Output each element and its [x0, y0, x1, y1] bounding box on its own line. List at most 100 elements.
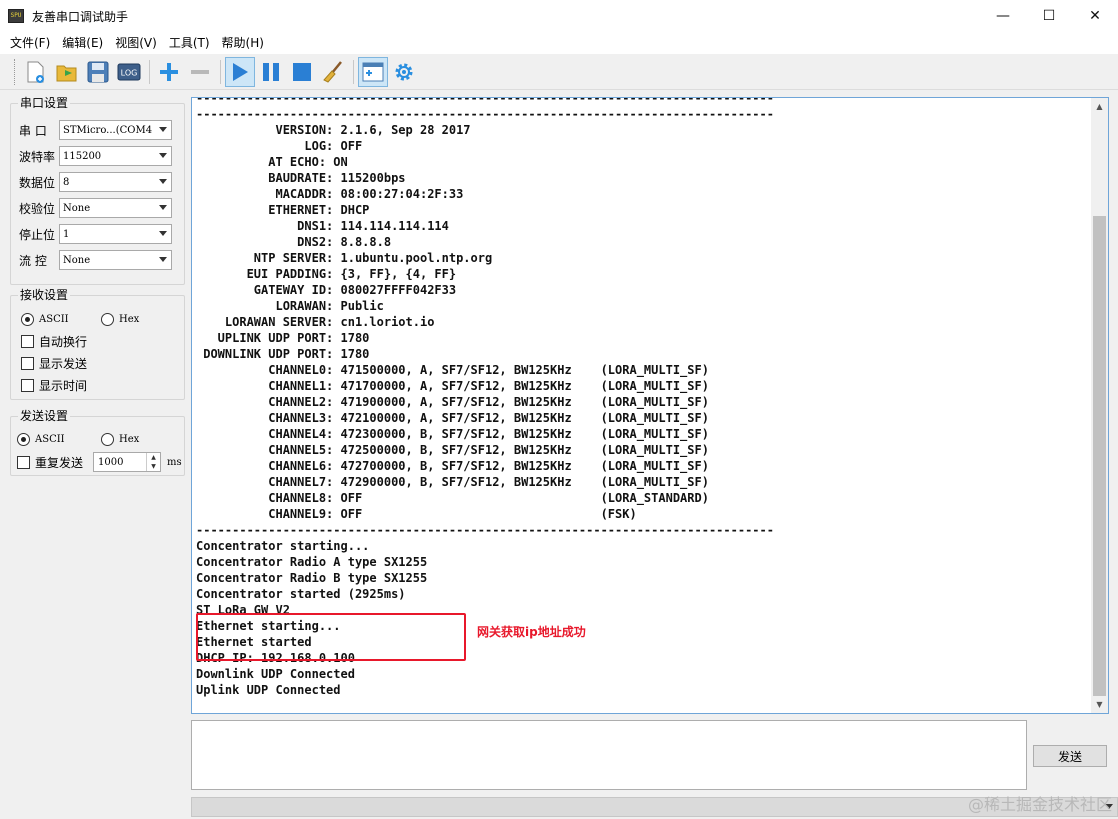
menu-tools[interactable]: 工具(T) [163, 32, 216, 54]
interval-unit: ms [167, 456, 182, 468]
menu-help[interactable]: 帮助(H) [216, 32, 270, 54]
terminal-line: CHANNEL3: 472100000, A, SF7/SF12, BW125K… [196, 411, 709, 425]
parity-value: None [63, 202, 91, 214]
scroll-down-icon[interactable]: ▼ [1091, 696, 1108, 713]
repeat-send-checkbox[interactable]: 重复发送 [17, 454, 83, 470]
terminal-line: UPLINK UDP PORT: 1780 [196, 331, 370, 345]
stepper-up-icon[interactable]: ▲ [147, 453, 160, 462]
receive-hex-radio[interactable]: Hex [101, 311, 139, 327]
window-title: 友善串口调试助手 [32, 9, 129, 24]
terminal-line: MACADDR: 08:00:27:04:2F:33 [196, 187, 464, 201]
terminal-line: ----------------------------------------… [196, 107, 774, 121]
baud-value: 115200 [63, 150, 102, 162]
radio-checked-icon [17, 432, 30, 446]
new-session-button[interactable] [21, 57, 51, 87]
send-ascii-radio[interactable]: ASCII [17, 431, 65, 447]
baud-label: 波特率 [19, 149, 56, 164]
interval-value: 1000 [98, 456, 124, 468]
receive-ascii-radio[interactable]: ASCII [21, 311, 69, 327]
scroll-thumb[interactable] [1093, 216, 1106, 696]
pause-button[interactable] [256, 57, 286, 87]
pause-icon [263, 62, 279, 81]
show-send-label: 显示发送 [39, 356, 88, 371]
send-settings-title: 发送设置 [18, 409, 71, 423]
terminal-line: NTP SERVER: 1.ubuntu.pool.ntp.org [196, 251, 493, 265]
terminal-line: LOG: OFF [196, 139, 363, 153]
chevron-down-icon [159, 127, 167, 132]
menu-bar: 文件(F) 编辑(E) 视图(V) 工具(T) 帮助(H) [0, 32, 1118, 54]
flow-label: 流 控 [19, 253, 47, 268]
stepper-buttons[interactable]: ▲ ▼ [146, 453, 160, 471]
save-button[interactable] [83, 57, 113, 87]
port-value: STMicro...(COM4 [63, 124, 153, 136]
databits-value: 8 [63, 176, 70, 188]
port-select[interactable]: STMicro...(COM4 [59, 120, 172, 140]
show-send-checkbox[interactable]: 显示发送 [21, 355, 87, 371]
remove-button[interactable] [185, 57, 215, 87]
maximize-button[interactable]: ☐ [1026, 0, 1072, 32]
stop-button[interactable] [287, 57, 317, 87]
terminal-line: CHANNEL2: 471900000, A, SF7/SF12, BW125K… [196, 395, 709, 409]
chevron-down-icon [159, 153, 167, 158]
log-button[interactable]: LOG [114, 57, 144, 87]
terminal-line: Uplink UDP Connected [196, 683, 341, 697]
menu-view[interactable]: 视图(V) [109, 32, 163, 54]
serial-settings-group: 串口设置 串 口 STMicro...(COM4 波特率 115200 数据位 … [10, 96, 185, 285]
remove-icon [191, 69, 209, 74]
stopbits-label: 停止位 [19, 227, 56, 242]
title-bar: SPU 友善串口调试助手 — ☐ ✕ [0, 0, 1118, 32]
highlight-box [196, 613, 466, 661]
start-button[interactable] [225, 56, 255, 87]
menu-file[interactable]: 文件(F) [4, 32, 56, 54]
checkbox-icon [21, 356, 34, 370]
parity-select[interactable]: None [59, 198, 172, 218]
checkbox-icon [21, 334, 34, 348]
left-panel: 串口设置 串 口 STMicro...(COM4 波特率 115200 数据位 … [0, 90, 190, 819]
receive-hex-label: Hex [119, 313, 140, 325]
menu-edit[interactable]: 编辑(E) [56, 32, 109, 54]
stopbits-select[interactable]: 1 [59, 224, 172, 244]
interval-stepper[interactable]: 1000 ▲ ▼ [93, 452, 161, 472]
minimize-button[interactable]: — [980, 0, 1026, 32]
parity-label: 校验位 [19, 201, 56, 216]
checkbox-icon [21, 378, 34, 392]
repeat-send-label: 重复发送 [35, 455, 84, 470]
stepper-down-icon[interactable]: ▼ [147, 462, 160, 471]
send-button[interactable]: 发送 [1033, 745, 1107, 767]
baud-select[interactable]: 115200 [59, 146, 172, 166]
receive-terminal[interactable]: ----------------------------------------… [191, 97, 1109, 714]
receive-ascii-label: ASCII [39, 313, 69, 325]
databits-select[interactable]: 8 [59, 172, 172, 192]
vertical-scrollbar[interactable]: ▲ ▼ [1091, 98, 1108, 713]
settings-gear-icon [395, 63, 413, 80]
settings-button[interactable] [389, 57, 419, 87]
terminal-line: VERSION: 2.1.6, Sep 28 2017 [196, 123, 471, 137]
terminal-line: CHANNEL9: OFF (FSK) [196, 507, 637, 521]
send-hex-radio[interactable]: Hex [101, 431, 139, 447]
auto-wrap-checkbox[interactable]: 自动换行 [21, 333, 87, 349]
radio-unchecked-icon [101, 432, 114, 446]
chevron-down-icon [159, 231, 167, 236]
layout-button[interactable] [358, 56, 388, 87]
show-time-checkbox[interactable]: 显示时间 [21, 377, 87, 393]
flow-value: None [63, 254, 91, 266]
stopbits-value: 1 [63, 228, 70, 240]
terminal-line: Downlink UDP Connected [196, 667, 355, 681]
flow-select[interactable]: None [59, 250, 172, 270]
add-button[interactable] [154, 57, 184, 87]
terminal-line: EUI PADDING: {3, FF}, {4, FF} [196, 267, 457, 281]
add-icon [160, 62, 178, 81]
terminal-line: CHANNEL7: 472900000, B, SF7/SF12, BW125K… [196, 475, 709, 489]
close-button[interactable]: ✕ [1072, 0, 1118, 32]
terminal-content: ----------------------------------------… [196, 98, 1091, 698]
terminal-line: CHANNEL1: 471700000, A, SF7/SF12, BW125K… [196, 379, 709, 393]
terminal-line: AT ECHO: ON [196, 155, 348, 169]
clear-broom-icon [323, 60, 342, 83]
open-button[interactable] [52, 57, 82, 87]
scroll-up-icon[interactable]: ▲ [1091, 98, 1108, 115]
terminal-line: LORAWAN SERVER: cn1.loriot.io [196, 315, 435, 329]
send-input[interactable] [191, 720, 1027, 790]
clear-button[interactable] [318, 57, 348, 87]
terminal-line: BAUDRATE: 115200bps [196, 171, 406, 185]
serial-settings-title: 串口设置 [18, 96, 71, 110]
